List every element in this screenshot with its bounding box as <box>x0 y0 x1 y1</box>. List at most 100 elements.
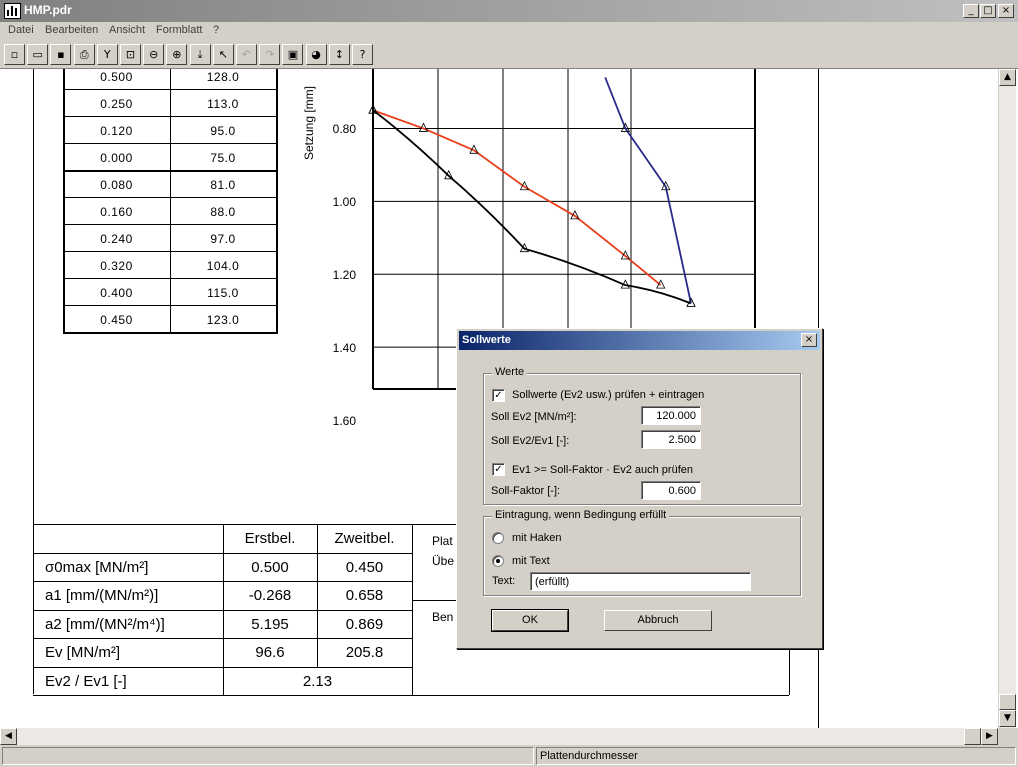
scroll-corner <box>998 728 1018 745</box>
cell-erstbel: -0.268 <box>248 587 292 604</box>
y-tick-label: 1.60 <box>332 414 356 428</box>
side-label: Übe <box>432 554 455 568</box>
header-erstbel: Erstbel. <box>244 530 296 547</box>
check-sollfaktor-label: Ev1 >= Soll-Faktor · Ev2 auch prüfen <box>512 464 693 476</box>
vertical-resize-icon[interactable]: ↕ <box>328 44 350 65</box>
horizontal-scroll-thumb[interactable] <box>964 728 981 745</box>
status-panel-left <box>2 747 534 765</box>
scroll-up-icon[interactable]: ▲ <box>999 69 1016 86</box>
side-label: Ben <box>432 610 454 624</box>
tools-icon[interactable]: Y <box>96 44 118 65</box>
minimize-icon[interactable]: _ <box>963 4 979 18</box>
soll-ratio-label: Soll Ev2/Ev1 [-]: <box>491 435 570 447</box>
vertical-scrollbar[interactable]: ▲ ▼ <box>998 69 1016 728</box>
save-disk-icon[interactable]: ▪ <box>50 44 72 65</box>
cell-zweitbel: 0.658 <box>345 587 384 604</box>
menu-datei[interactable]: Datei <box>8 24 34 36</box>
window-title: HMP.pdr <box>24 3 72 17</box>
load-cell-sigma: 0.240 <box>100 232 133 246</box>
layers-icon[interactable]: ▣ <box>282 44 304 65</box>
cell-erstbel: 96.6 <box>255 644 285 661</box>
load-table-row-line <box>63 143 278 144</box>
soll-ratio-input[interactable] <box>641 430 701 449</box>
results-row-line <box>33 552 412 554</box>
printer-icon[interactable]: ⎙ <box>73 44 95 65</box>
menu-bar: Datei Bearbeiten Ansicht Formblatt ? <box>0 22 1018 41</box>
y-tick-label: 1.20 <box>332 268 356 283</box>
scroll-down-icon[interactable]: ▼ <box>999 710 1016 727</box>
cell-zweitbel: 0.450 <box>345 558 384 576</box>
results-row-line <box>33 581 412 582</box>
radio-mit-text[interactable] <box>492 555 504 567</box>
insert-icon[interactable]: ⤓ <box>189 44 211 65</box>
cancel-button[interactable]: Abbruch <box>604 610 712 631</box>
vertical-scroll-thumb[interactable] <box>999 694 1016 710</box>
new-document-icon[interactable]: ▫ <box>4 44 25 65</box>
results-col-line <box>412 524 413 695</box>
load-cell-sigma: 0.080 <box>100 178 133 192</box>
sollwerte-dialog: Sollwerte × Werte ✓ Sollwerte (Ev2 usw.)… <box>456 328 823 649</box>
undo-icon: ↶ <box>236 44 257 65</box>
header-zweitbel: Zweitbel. <box>334 530 395 547</box>
check-sollfaktor-pruefen[interactable]: ✓ <box>492 463 505 476</box>
scroll-right-icon[interactable]: ▶ <box>981 728 998 745</box>
row-label: a2 [mm/(MN²/m⁴)] <box>45 615 165 633</box>
load-cell-value: 113.0 <box>207 97 239 111</box>
redo-icon: ↷ <box>259 44 281 65</box>
load-cell-value: 81.0 <box>210 178 236 192</box>
soll-faktor-label: Soll-Faktor [-]: <box>491 485 561 497</box>
status-bar: Plattendurchmesser <box>0 745 1018 767</box>
maximize-icon[interactable]: □ <box>980 4 996 18</box>
load-table-row-line <box>63 197 278 198</box>
load-cell-sigma: 0.400 <box>100 286 133 300</box>
open-folder-icon[interactable]: ▭ <box>27 44 49 65</box>
condition-text-input[interactable] <box>530 572 751 591</box>
load-table-row-line <box>63 278 278 279</box>
radio-mit-haken[interactable] <box>492 532 504 544</box>
load-cell-value: 104.0 <box>206 259 240 273</box>
page-border-left <box>33 69 34 694</box>
load-table-row-line <box>63 170 278 172</box>
werte-group: Werte ✓ Sollwerte (Ev2 usw.) prüfen + ei… <box>483 366 801 505</box>
load-cell-sigma: 0.320 <box>100 259 133 273</box>
zoom-page-icon[interactable]: ⊡ <box>120 44 141 65</box>
soll-faktor-input[interactable] <box>641 481 701 500</box>
zoom-in-icon[interactable]: ⊕ <box>166 44 188 65</box>
load-cell-value: 97.0 <box>210 232 236 246</box>
cell-zweitbel: 0.869 <box>345 615 384 633</box>
dialog-title: Sollwerte <box>462 334 511 346</box>
y-tick-label: 0.80 <box>332 122 356 137</box>
colors-icon[interactable]: ◕ <box>305 44 327 65</box>
menu-bearbeiten[interactable]: Bearbeiten <box>45 24 98 36</box>
load-cell-sigma: 0.450 <box>100 313 133 327</box>
horizontal-scrollbar[interactable]: ◀ ▶ <box>0 728 998 745</box>
check-sollwerte-label: Sollwerte (Ev2 usw.) prüfen + eintragen <box>512 389 705 401</box>
help-icon[interactable]: ? <box>352 44 373 65</box>
zoom-out-icon[interactable]: ⊖ <box>143 44 165 65</box>
ok-button[interactable]: OK <box>491 609 569 632</box>
scroll-left-icon[interactable]: ◀ <box>0 728 17 745</box>
load-cell-sigma: 0.120 <box>100 124 133 138</box>
text-label: Text: <box>492 575 516 587</box>
load-cell-value: 95.0 <box>210 124 236 138</box>
menu-formblatt[interactable]: Formblatt <box>156 24 202 36</box>
load-cell-value: 123.0 <box>206 313 240 327</box>
y-tick-label: 1.00 <box>332 195 356 210</box>
menu-help[interactable]: ? <box>213 24 219 36</box>
menu-ansicht[interactable]: Ansicht <box>109 24 145 36</box>
cell-erstbel: 0.500 <box>251 558 289 576</box>
soll-ev2-input[interactable] <box>641 406 701 425</box>
dialog-close-icon[interactable]: × <box>801 333 817 347</box>
eintragung-group: Eintragung, wenn Bedingung erfüllt mit H… <box>483 509 801 596</box>
side-label: Plat <box>432 534 453 548</box>
radio-mit-text-label: mit Text <box>512 555 550 567</box>
load-table-row-line <box>63 332 278 334</box>
app-icon[interactable] <box>4 3 21 19</box>
check-sollwerte-pruefen[interactable]: ✓ <box>492 389 505 402</box>
close-icon[interactable]: × <box>998 4 1014 18</box>
row-label: Ev [MN/m²] <box>45 644 120 661</box>
y-tick-label: 1.40 <box>332 341 356 356</box>
pointer-arrow-icon[interactable]: ↖ <box>212 44 234 65</box>
cell-erstbel: 5.195 <box>251 615 289 633</box>
load-table-row-line <box>63 305 278 306</box>
